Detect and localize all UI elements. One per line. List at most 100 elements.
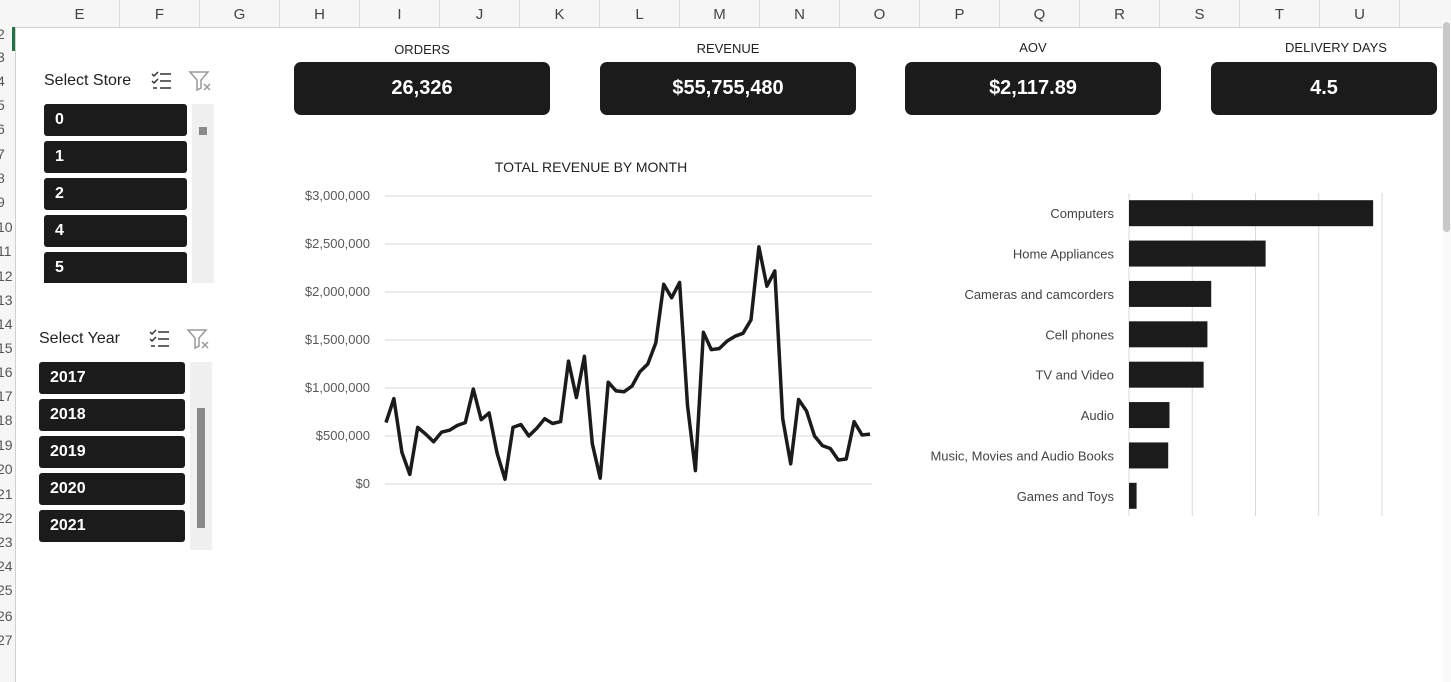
row-header-14[interactable]: 14 (0, 316, 15, 332)
revenue-data-point[interactable] (400, 450, 404, 454)
revenue-data-point[interactable] (384, 421, 388, 425)
category-bar[interactable] (1129, 200, 1374, 227)
column-header-t[interactable]: T (1240, 0, 1320, 27)
revenue-data-point[interactable] (535, 426, 539, 430)
revenue-data-point[interactable] (717, 347, 721, 351)
revenue-data-point[interactable] (725, 339, 729, 343)
row-header-20[interactable]: 20 (0, 461, 15, 477)
row-header-7[interactable]: 7 (0, 146, 15, 162)
revenue-data-point[interactable] (566, 359, 570, 363)
column-header-k[interactable]: K (520, 0, 600, 27)
category-bar[interactable] (1129, 402, 1170, 429)
category-bar[interactable] (1129, 280, 1212, 307)
store-slicer-item-1[interactable]: 1 (44, 141, 187, 173)
revenue-data-point[interactable] (598, 476, 602, 480)
column-header-e[interactable]: E (40, 0, 120, 27)
year-slicer-scrollbar[interactable] (190, 362, 212, 550)
clear-filter-icon[interactable] (186, 327, 210, 351)
revenue-data-point[interactable] (797, 398, 801, 402)
column-header-q[interactable]: Q (1000, 0, 1080, 27)
revenue-data-point[interactable] (495, 451, 499, 455)
column-header-r[interactable]: R (1080, 0, 1160, 27)
revenue-data-point[interactable] (582, 354, 586, 358)
revenue-data-point[interactable] (757, 245, 761, 249)
store-slicer-item-4[interactable]: 4 (44, 215, 187, 247)
clear-filter-icon[interactable] (188, 69, 212, 93)
revenue-data-point[interactable] (701, 330, 705, 334)
row-header-4[interactable]: 4 (0, 73, 15, 89)
year-slicer-item-2021[interactable]: 2021 (39, 510, 185, 542)
revenue-data-point[interactable] (733, 334, 737, 338)
row-header-25[interactable]: 25 (0, 582, 15, 598)
revenue-data-point[interactable] (519, 422, 523, 426)
revenue-data-point[interactable] (447, 428, 451, 432)
revenue-data-point[interactable] (432, 440, 436, 444)
revenue-data-point[interactable] (860, 433, 864, 437)
category-bar[interactable] (1129, 442, 1169, 469)
revenue-data-point[interactable] (574, 396, 578, 400)
row-header-10[interactable]: 10 (0, 219, 15, 235)
revenue-data-point[interactable] (503, 477, 507, 481)
store-slicer-item-5[interactable]: 5 (44, 252, 187, 283)
revenue-data-point[interactable] (805, 409, 809, 413)
row-header-3[interactable]: 3 (0, 49, 15, 65)
revenue-data-point[interactable] (606, 380, 610, 384)
column-header-l[interactable]: L (600, 0, 680, 27)
row-header-19[interactable]: 19 (0, 437, 15, 453)
revenue-data-point[interactable] (678, 280, 682, 284)
row-header-5[interactable]: 5 (0, 97, 15, 113)
revenue-data-point[interactable] (852, 420, 856, 424)
column-header-m[interactable]: M (680, 0, 760, 27)
row-header-17[interactable]: 17 (0, 388, 15, 404)
column-header-f[interactable]: F (120, 0, 200, 27)
revenue-data-point[interactable] (749, 318, 753, 322)
revenue-data-point[interactable] (463, 421, 467, 425)
store-slicer-scrollbar[interactable] (192, 104, 214, 283)
revenue-data-point[interactable] (622, 390, 626, 394)
year-slicer-item-2020[interactable]: 2020 (39, 473, 185, 505)
revenue-data-point[interactable] (590, 442, 594, 446)
row-header-12[interactable]: 12 (0, 268, 15, 284)
revenue-data-point[interactable] (868, 432, 872, 436)
revenue-data-point[interactable] (812, 434, 816, 438)
category-bar[interactable] (1129, 240, 1266, 267)
multi-select-icon[interactable] (149, 69, 173, 93)
revenue-data-point[interactable] (487, 411, 491, 415)
revenue-data-point[interactable] (828, 446, 832, 450)
column-header-n[interactable]: N (760, 0, 840, 27)
revenue-data-point[interactable] (416, 425, 420, 429)
revenue-series-line[interactable] (384, 245, 871, 481)
revenue-data-point[interactable] (614, 389, 618, 393)
row-header-21[interactable]: 21 (0, 486, 15, 502)
revenue-data-point[interactable] (527, 434, 531, 438)
revenue-data-point[interactable] (836, 458, 840, 462)
revenue-data-point[interactable] (479, 418, 483, 422)
revenue-data-point[interactable] (440, 430, 444, 434)
revenue-data-point[interactable] (408, 472, 412, 476)
column-header-p[interactable]: P (920, 0, 1000, 27)
column-header-h[interactable]: H (280, 0, 360, 27)
revenue-data-point[interactable] (789, 462, 793, 466)
revenue-data-point[interactable] (773, 269, 777, 273)
revenue-data-point[interactable] (471, 387, 475, 391)
row-header-13[interactable]: 13 (0, 292, 15, 308)
store-slicer-item-0[interactable]: 0 (44, 104, 187, 136)
row-header-24[interactable]: 24 (0, 558, 15, 574)
revenue-data-point[interactable] (844, 457, 848, 461)
revenue-data-point[interactable] (741, 331, 745, 335)
revenue-data-point[interactable] (424, 432, 428, 436)
store-slicer-scroll-thumb[interactable] (199, 127, 207, 135)
multi-select-icon[interactable] (147, 327, 171, 351)
row-header-11[interactable]: 11 (0, 243, 15, 259)
revenue-data-point[interactable] (662, 282, 666, 286)
revenue-data-point[interactable] (765, 284, 769, 288)
revenue-data-point[interactable] (638, 370, 642, 374)
sheet-vertical-scrollbar[interactable] (1442, 20, 1451, 682)
column-header-g[interactable]: G (200, 0, 280, 27)
year-slicer-item-2017[interactable]: 2017 (39, 362, 185, 394)
revenue-data-point[interactable] (654, 341, 658, 345)
revenue-data-point[interactable] (543, 417, 547, 421)
row-header-22[interactable]: 22 (0, 510, 15, 526)
revenue-data-point[interactable] (630, 384, 634, 388)
row-header-18[interactable]: 18 (0, 412, 15, 428)
